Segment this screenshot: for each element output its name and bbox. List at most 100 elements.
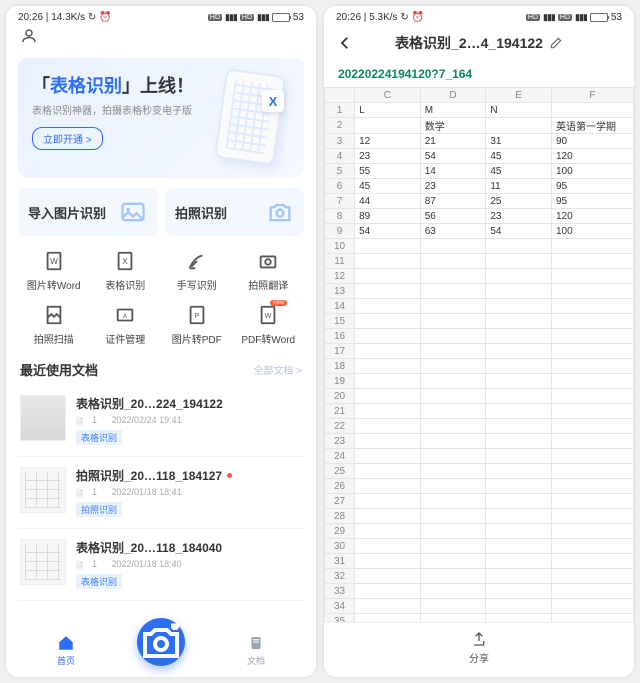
table-row[interactable]: 8895623120: [325, 209, 634, 224]
svg-text:A: A: [123, 313, 128, 320]
table-row[interactable]: 27: [325, 494, 634, 509]
sheet-tab-name[interactable]: 20220224194120?7_164: [324, 61, 634, 87]
tab-docs[interactable]: 文档: [247, 634, 265, 667]
promo-banner[interactable]: 「表格识别」上线！ 表格识别神器，拍摄表格秒变电子版 立即开通 > X: [18, 58, 304, 178]
doc-item[interactable]: 表格识别_20…118_184040 🗎1 2022/01/18 18:40 表…: [18, 529, 304, 601]
table-row[interactable]: 744872595: [325, 194, 634, 209]
tab-home[interactable]: 首页: [57, 634, 75, 667]
two-card-row: 导入图片识别 拍照识别: [18, 188, 304, 236]
table-row[interactable]: 2数学英语第一学期: [325, 118, 634, 134]
doc-list: 表格识别_20…224_194122 🗎1 2022/02/24 19:41 表…: [18, 385, 304, 601]
table-row[interactable]: 35: [325, 614, 634, 623]
table-row[interactable]: 4235445120: [325, 149, 634, 164]
feature-grid: W图片转Word X表格识别 手写识别 拍照翻译 拍照扫描 A证件管理 P图片转…: [18, 250, 304, 346]
share-icon: [471, 631, 487, 647]
spreadsheet[interactable]: CDEF1LMN2数学英语第一学期31221319042354451205551…: [324, 87, 634, 622]
scan-icon: [43, 304, 65, 326]
title-bar: 表格识别_2…4_194122: [324, 25, 634, 61]
table-row[interactable]: 30: [325, 539, 634, 554]
doc-thumb: [20, 395, 66, 441]
table-icon: X: [114, 250, 136, 272]
table-row[interactable]: 29: [325, 524, 634, 539]
share-button[interactable]: 分享: [469, 631, 489, 665]
table-row[interactable]: 9546354100: [325, 224, 634, 239]
table-row[interactable]: 20: [325, 389, 634, 404]
page-icon: 🗎: [76, 559, 86, 569]
table-row[interactable]: 31: [325, 554, 634, 569]
table-row[interactable]: 312213190: [325, 134, 634, 149]
table-row[interactable]: 28: [325, 509, 634, 524]
table-row[interactable]: 25: [325, 464, 634, 479]
table-row[interactable]: 12: [325, 269, 634, 284]
table-row[interactable]: 14: [325, 299, 634, 314]
grid-translate[interactable]: 拍照翻译: [233, 250, 305, 292]
table-row[interactable]: 13: [325, 284, 634, 299]
table-row[interactable]: 10: [325, 239, 634, 254]
grid-table[interactable]: X表格识别: [90, 250, 162, 292]
home-icon: [57, 634, 75, 652]
banner-image: X: [208, 66, 298, 166]
photo-recognize-card[interactable]: 拍照识别: [165, 188, 304, 236]
table-row[interactable]: 15: [325, 314, 634, 329]
table-row[interactable]: 17: [325, 344, 634, 359]
doc-name: 表格识别_20…224_194122: [76, 395, 302, 412]
grid-handwrite[interactable]: 手写识别: [161, 250, 233, 292]
unread-dot: [227, 473, 232, 478]
table-row[interactable]: 32: [325, 569, 634, 584]
table-row[interactable]: 16: [325, 329, 634, 344]
table-row[interactable]: 18: [325, 359, 634, 374]
table-row[interactable]: 11: [325, 254, 634, 269]
user-row: [6, 25, 316, 58]
grid-scan[interactable]: 拍照扫描: [18, 304, 90, 346]
table-row[interactable]: 23: [325, 434, 634, 449]
docs-icon: [247, 634, 265, 652]
page-icon: 🗎: [76, 415, 86, 425]
grid-img2pdf[interactable]: P图片转PDF: [161, 304, 233, 346]
phone-left: 20:26 | 14.3K/s ↻ ⏰ HD▮▮▮ HD▮▮▮ 53 「表格识别…: [6, 6, 316, 677]
camera-fab[interactable]: [137, 618, 185, 666]
doc-item[interactable]: 表格识别_20…224_194122 🗎1 2022/02/24 19:41 表…: [18, 385, 304, 457]
doc-thumb: [20, 467, 66, 513]
banner-cta-button[interactable]: 立即开通 >: [32, 127, 103, 150]
table-row[interactable]: 5551445100: [325, 164, 634, 179]
svg-text:P: P: [194, 311, 199, 320]
table-row[interactable]: 19: [325, 374, 634, 389]
back-icon[interactable]: [336, 34, 354, 52]
phone-right: 20:26 | 5.3K/s ↻ ⏰ HD▮▮▮ HD▮▮▮ 53 表格识别_2…: [324, 6, 634, 677]
table-row[interactable]: 22: [325, 419, 634, 434]
grid-word[interactable]: W图片转Word: [18, 250, 90, 292]
doc-tag: 拍照识别: [76, 502, 122, 517]
word-icon: W: [43, 250, 65, 272]
page-title: 表格识别_2…4_194122: [362, 33, 596, 53]
id-icon: A: [114, 304, 136, 326]
table-row[interactable]: 1LMN: [325, 103, 634, 118]
grid-id[interactable]: A证件管理: [90, 304, 162, 346]
table-row[interactable]: 24: [325, 449, 634, 464]
camera-icon: [266, 198, 294, 226]
svg-text:X: X: [122, 257, 128, 266]
status-bar: 20:26 | 5.3K/s ↻ ⏰ HD▮▮▮ HD▮▮▮ 53: [324, 6, 634, 25]
table-row[interactable]: 34: [325, 599, 634, 614]
pdf2word-icon: newW: [257, 304, 279, 326]
table-row[interactable]: 645231195: [325, 179, 634, 194]
table-row[interactable]: 21: [325, 404, 634, 419]
image-icon: [119, 198, 147, 226]
see-all-link[interactable]: 全部文档 >: [253, 362, 302, 377]
feather-icon: [186, 250, 208, 272]
bottom-bar: 分享: [324, 622, 634, 677]
excel-x-icon: X: [262, 90, 284, 112]
bottom-tabs: 首页 文档: [6, 626, 316, 677]
doc-name: 拍照识别_20…118_184127: [76, 467, 302, 484]
user-icon[interactable]: [20, 27, 38, 45]
camera-translate-icon: [257, 250, 279, 272]
table-row[interactable]: 26: [325, 479, 634, 494]
pdf-icon: P: [186, 304, 208, 326]
edit-icon[interactable]: [549, 36, 563, 50]
table-row[interactable]: 33: [325, 584, 634, 599]
doc-item[interactable]: 拍照识别_20…118_184127 🗎1 2022/01/18 18:41 拍…: [18, 457, 304, 529]
doc-tag: 表格识别: [76, 430, 122, 445]
grid-pdf2word[interactable]: newWPDF转Word: [233, 304, 305, 346]
doc-name: 表格识别_20…118_184040: [76, 539, 302, 556]
page-icon: 🗎: [76, 487, 86, 497]
import-image-card[interactable]: 导入图片识别: [18, 188, 157, 236]
